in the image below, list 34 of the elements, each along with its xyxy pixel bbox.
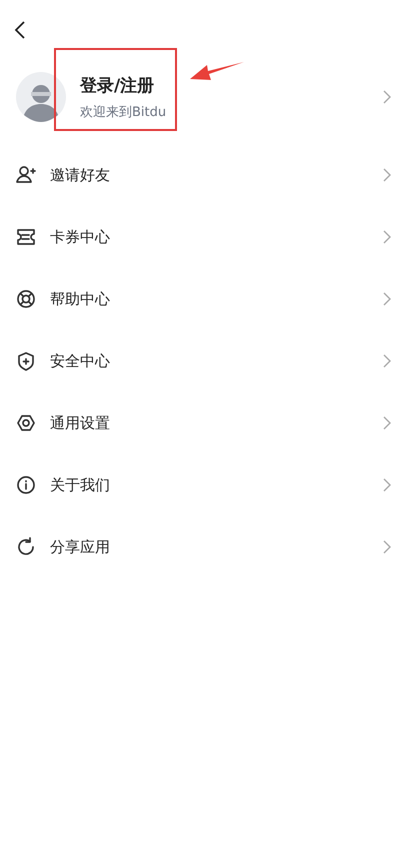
chevron-icon: [383, 478, 391, 492]
settings-icon: [16, 413, 36, 433]
menu-label: 邀请好友: [50, 166, 111, 184]
info-icon: [16, 475, 36, 495]
back-icon[interactable]: [14, 21, 26, 39]
chevron-icon: [383, 354, 391, 368]
menu-item[interactable]: 分享应用: [0, 516, 409, 578]
menu-label: 安全中心: [50, 352, 111, 370]
chevron-icon: [383, 230, 391, 244]
share-icon: [16, 537, 36, 557]
menu-item[interactable]: 关于我们: [0, 454, 409, 516]
menu-item[interactable]: 安全中心: [0, 330, 409, 392]
user-plus-icon: [16, 165, 36, 185]
menu-label: 卡券中心: [50, 228, 111, 246]
chevron-icon: [383, 168, 391, 182]
menu-item[interactable]: 卡券中心: [0, 206, 409, 268]
chevron-icon: [383, 416, 391, 430]
menu-label: 分享应用: [50, 538, 111, 556]
avatar-icon: [16, 72, 66, 122]
profile-row[interactable]: 登录/注册 欢迎来到Bitdu: [0, 60, 409, 134]
chevron-icon: [383, 292, 391, 306]
menu-item[interactable]: 邀请好友: [0, 144, 409, 206]
ticket-icon: [16, 227, 36, 247]
welcome-text: 欢迎来到Bitdu: [80, 104, 168, 120]
menu-item[interactable]: 帮助中心: [0, 268, 409, 330]
chevron-icon: [383, 540, 391, 554]
menu-item[interactable]: 通用设置: [0, 392, 409, 454]
menu-label: 关于我们: [50, 476, 111, 494]
menu-label: 帮助中心: [50, 290, 111, 308]
lifebuoy-icon: [16, 289, 36, 309]
shield-icon: [16, 351, 36, 371]
chevron-icon: [383, 90, 391, 104]
menu-label: 通用设置: [50, 414, 111, 432]
login-title: 登录/注册: [80, 74, 156, 96]
